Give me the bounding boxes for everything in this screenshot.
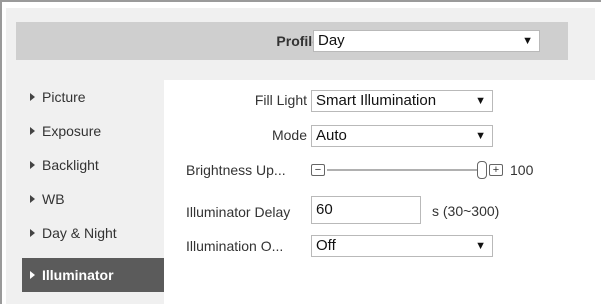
illuminator-delay-unit: s (30~300) (432, 203, 500, 219)
sidebar-item-backlight[interactable]: Backlight (22, 148, 164, 182)
sidebar-item-illuminator[interactable]: Illuminator (22, 258, 164, 292)
sidebar-item-day-night[interactable]: Day & Night (22, 216, 164, 250)
minus-icon: − (314, 164, 322, 176)
brightness-increase-button[interactable]: + (489, 164, 503, 176)
sidebar: Picture Exposure Backlight WB Day & Nigh… (22, 80, 164, 304)
profile-bar: Profile Day ▼ (16, 22, 568, 60)
dropdown-arrow-icon: ▼ (522, 35, 533, 47)
fill-light-label: Fill Light (254, 92, 307, 108)
brightness-value: 100 (510, 162, 534, 178)
illuminator-content: Fill Light Smart Illumination ▼ Mode Aut… (164, 80, 595, 304)
sidebar-item-exposure[interactable]: Exposure (22, 114, 164, 148)
sidebar-item-wb[interactable]: WB (22, 182, 164, 216)
profile-label: Profile (276, 33, 320, 49)
illuminator-delay-value: 60 (316, 201, 333, 218)
brightness-label: Brightness Up... (186, 162, 286, 178)
profile-select[interactable]: Day ▼ (313, 30, 540, 52)
illuminator-delay-input[interactable]: 60 (311, 196, 421, 224)
sidebar-item-label: Day & Night (42, 225, 117, 241)
triangle-right-icon (30, 195, 35, 203)
brightness-slider-track[interactable] (327, 169, 483, 171)
sidebar-item-label: Illuminator (42, 267, 114, 283)
illuminator-delay-label: Illuminator Delay (186, 204, 291, 220)
plus-icon: + (492, 164, 500, 176)
dropdown-arrow-icon: ▼ (475, 240, 486, 252)
sidebar-item-label: WB (42, 191, 65, 207)
sidebar-item-label: Picture (42, 89, 86, 105)
mode-label: Mode (271, 127, 307, 143)
dropdown-arrow-icon: ▼ (475, 130, 486, 142)
profile-select-value: Day (318, 32, 345, 49)
brightness-decrease-button[interactable]: − (311, 164, 325, 176)
mode-select[interactable]: Auto ▼ (311, 125, 493, 147)
mode-value: Auto (316, 127, 347, 144)
illumination-o-label: Illumination O... (186, 238, 284, 254)
brightness-slider-thumb[interactable] (477, 161, 487, 179)
triangle-right-icon (30, 229, 35, 237)
triangle-right-icon (30, 127, 35, 135)
fill-light-value: Smart Illumination (316, 92, 437, 109)
dropdown-arrow-icon: ▼ (475, 95, 486, 107)
triangle-right-icon (30, 93, 35, 101)
triangle-right-icon (30, 161, 35, 169)
sidebar-item-picture[interactable]: Picture (22, 80, 164, 114)
fill-light-select[interactable]: Smart Illumination ▼ (311, 90, 493, 112)
sidebar-item-label: Exposure (42, 123, 102, 139)
illumination-o-value: Off (316, 237, 336, 254)
illumination-o-select[interactable]: Off ▼ (311, 235, 493, 257)
sidebar-item-label: Backlight (42, 157, 99, 173)
triangle-right-icon (30, 271, 35, 279)
